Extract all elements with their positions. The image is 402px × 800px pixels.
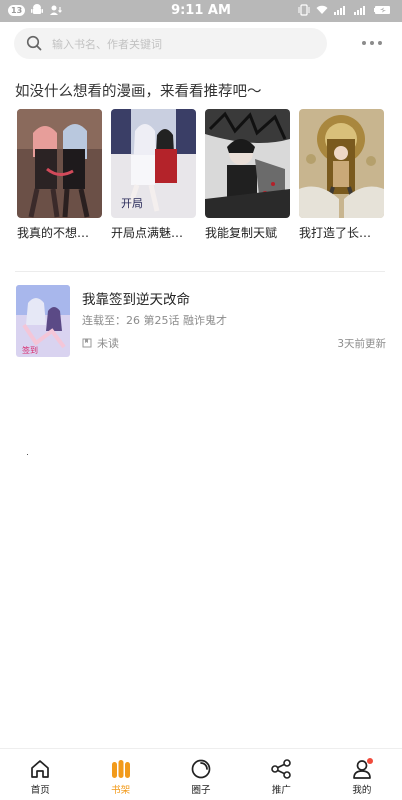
tab-label: 推广 <box>271 785 291 796</box>
search-input[interactable]: 输入书名、作者关键词 <box>14 28 327 59</box>
vibrate-icon <box>298 4 310 16</box>
search-placeholder: 输入书名、作者关键词 <box>52 38 162 51</box>
recommend-name: 我能复制天赋 <box>205 226 278 240</box>
tab-label: 圈子 <box>191 785 211 796</box>
tab-bookshelf[interactable]: 书架 <box>80 749 160 800</box>
svg-text:开局: 开局 <box>121 197 143 210</box>
share-icon <box>271 759 292 779</box>
speck <box>27 454 28 455</box>
book-update-time: 3天前更新 <box>337 338 386 350</box>
comic-cover <box>299 109 384 218</box>
recommend-name: 我真的不想… <box>17 226 90 240</box>
section-divider <box>15 271 385 272</box>
svg-text:签到: 签到 <box>22 345 38 355</box>
tab-circle[interactable]: 圈子 <box>161 749 241 800</box>
comic-cover: 开局 <box>111 109 196 218</box>
status-bar: 13 9:11 AM <box>0 0 402 22</box>
recommend-name: 开局点满魅… <box>111 226 184 240</box>
book-title: 我靠签到逆天改命 <box>82 292 190 308</box>
tab-promote[interactable]: 推广 <box>241 749 321 800</box>
signal-icon-2 <box>354 6 365 15</box>
tab-home[interactable]: 首页 <box>0 749 80 800</box>
search-icon <box>26 35 42 51</box>
comic-cover <box>17 109 102 218</box>
home-icon <box>31 760 50 778</box>
recommend-card[interactable]: 我打造了长… <box>299 109 384 241</box>
battery-icon <box>374 6 390 14</box>
signal-icon <box>334 6 345 15</box>
read-status-label: 未读 <box>97 337 119 350</box>
tab-label: 我的 <box>352 785 372 796</box>
recommend-card[interactable]: 开局 开局点满魅… <box>111 109 196 241</box>
wifi-icon <box>316 5 328 14</box>
book-cover: 签到 <box>16 285 70 357</box>
bookmark-icon <box>82 338 92 348</box>
bookshelf-icon <box>111 760 130 778</box>
comic-cover <box>205 109 290 218</box>
search-row: 输入书名、作者关键词 <box>14 28 388 60</box>
recommend-list: 我真的不想… 开局 开局点满魅… 我能复制天赋 我打造了长… <box>17 109 387 241</box>
book-read-status: 未读 <box>82 335 119 351</box>
recommend-title: 如没什么想看的漫画，来看看推荐吧～ <box>15 84 262 100</box>
tab-label: 书架 <box>111 785 131 796</box>
recommend-name: 我打造了长… <box>299 226 372 240</box>
more-icon[interactable] <box>362 36 386 50</box>
book-progress: 连载至：26 第25话 融诈鬼才 <box>82 314 227 327</box>
bottom-tab-bar: 首页 书架 圈子 推广 我的 <box>0 748 402 800</box>
status-bar-right <box>298 4 392 16</box>
recommend-card[interactable]: 我能复制天赋 <box>205 109 290 241</box>
notification-dot <box>366 758 373 764</box>
bookshelf-item[interactable]: 签到 我靠签到逆天改命 连载至：26 第25话 融诈鬼才 未读 3天前更新 <box>16 285 386 357</box>
recommend-card[interactable]: 我真的不想… <box>17 109 102 241</box>
tab-label: 首页 <box>30 785 50 796</box>
tab-mine[interactable]: 我的 <box>322 749 402 800</box>
circle-icon <box>191 759 211 779</box>
